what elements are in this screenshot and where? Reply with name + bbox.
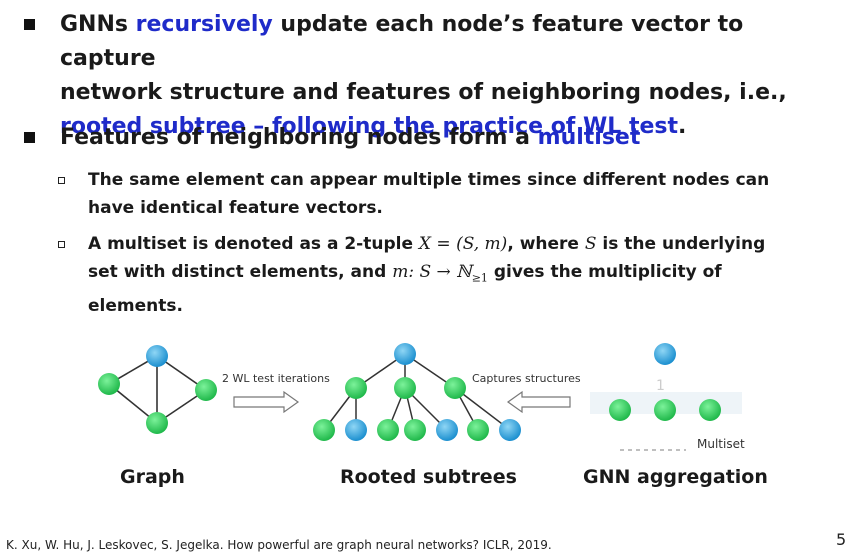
math-subscript: ≥1 — [471, 271, 488, 285]
sub-bullet-2-mid: , where — [507, 234, 585, 254]
hollow-square-bullet-icon — [58, 177, 65, 184]
hollow-arrow-right-icon — [233, 390, 300, 414]
page-number: 5 — [836, 530, 845, 549]
sub-bullet-2-post: is the underlying — [596, 234, 766, 254]
graph-node-left — [98, 373, 120, 395]
graph-node-top — [146, 345, 168, 367]
sub-bullet-2-line2b: gives the multiplicity of — [487, 262, 722, 282]
math-multiset-tuple: X = (S, m) — [418, 234, 508, 254]
bullet-2-text: Features of neighboring nodes form a mul… — [60, 121, 840, 155]
graph-node-bottom — [146, 412, 168, 434]
graph-label: Graph — [120, 466, 185, 488]
gnn-aggregation-label: GNN aggregation — [583, 466, 768, 488]
sub-bullet-2-pre: A multiset is denoted as a 2-tuple — [88, 234, 419, 254]
square-bullet-icon — [24, 132, 35, 143]
slide: GNNs recursively update each node’s feat… — [0, 0, 845, 556]
multiset-label: Multiset — [697, 437, 745, 451]
bullet-1-text-part1: GNNs — [60, 12, 136, 37]
subtree-nodes — [313, 343, 521, 441]
rooted-subtrees-label: Rooted subtrees — [340, 466, 517, 488]
square-bullet-icon — [24, 19, 35, 30]
svg-text:1: 1 — [656, 378, 665, 394]
sub-bullet-1-text: The same element can appear multiple tim… — [88, 166, 828, 222]
sub-bullet-2-text: A multiset is denoted as a 2-tuple X = (… — [88, 230, 828, 320]
citation-footer: K. Xu, W. Hu, J. Leskovec, S. Jegelka. H… — [6, 538, 552, 552]
bullet-2-text-part1: Features of neighboring nodes form a — [60, 125, 538, 150]
arrow-1-label: 2 WL test iterations — [222, 372, 330, 385]
hollow-arrow-left-icon — [506, 390, 571, 414]
arrow-2-label: Captures structures — [472, 372, 581, 385]
sub-bullet-2-line2a: set with distinct elements, and — [88, 262, 393, 282]
sub-bullet-1-line2: have identical feature vectors. — [88, 198, 383, 218]
math-S: S — [584, 234, 597, 254]
math-mapping: : S → ℕ — [408, 262, 472, 282]
bullet-2-highlight-multiset: multiset — [537, 125, 641, 150]
sub-bullet-2-line3: elements. — [88, 296, 183, 317]
graph-node-right — [195, 379, 217, 401]
bullet-1-line2: network structure and features of neighb… — [60, 80, 787, 105]
math-m: m — [392, 262, 409, 282]
bullet-1-highlight-recursively: recursively — [135, 12, 273, 37]
hollow-square-bullet-icon — [58, 241, 65, 248]
aggregation-nodes: 1 — [609, 343, 721, 421]
sub-bullet-1-line1: The same element can appear multiple tim… — [88, 170, 770, 190]
